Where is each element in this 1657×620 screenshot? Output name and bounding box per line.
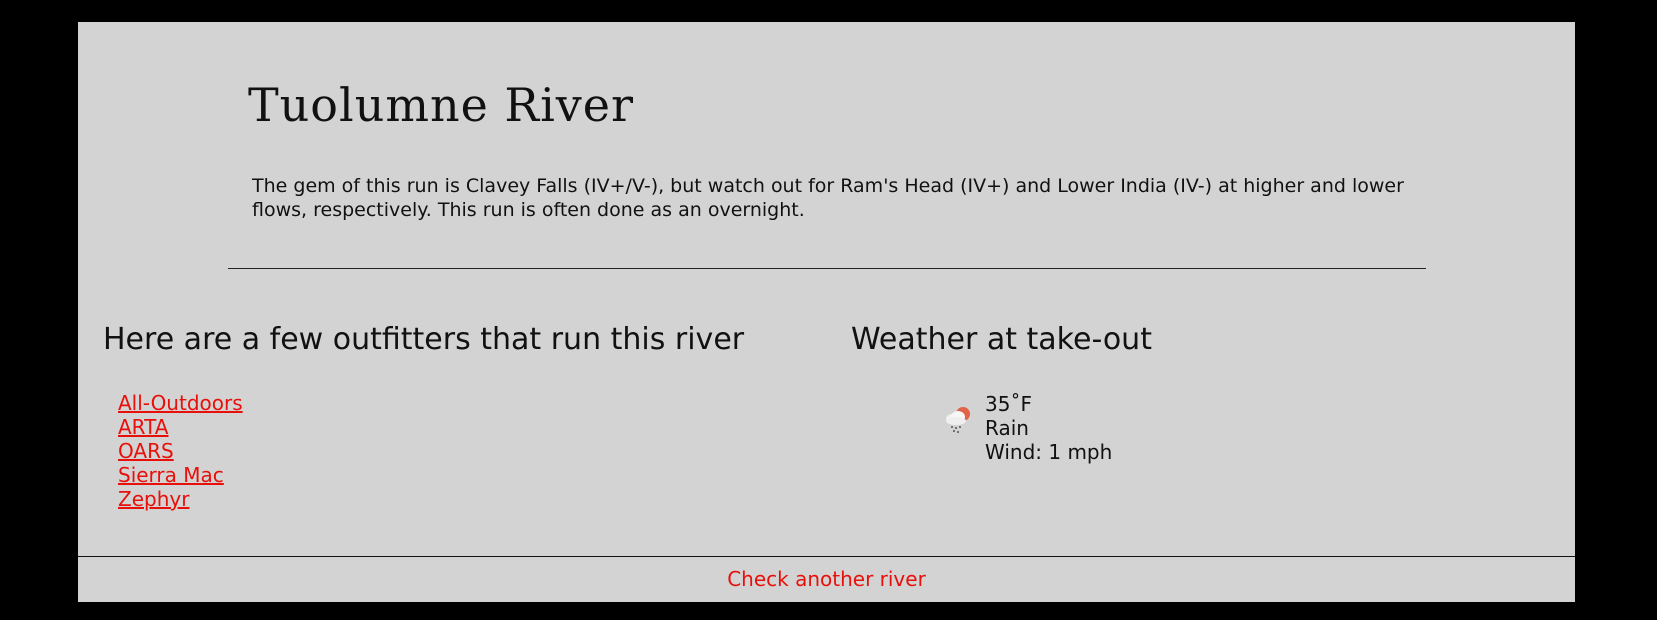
- list-item: ARTA: [118, 415, 243, 439]
- footer: Check another river: [78, 556, 1575, 603]
- outfitter-link-oars[interactable]: OARS: [118, 439, 174, 463]
- list-item: Sierra Mac: [118, 463, 243, 487]
- page-container: Tuolumne River The gem of this run is Cl…: [78, 22, 1575, 602]
- outfitters-heading: Here are a few outfitters that run this …: [103, 322, 745, 357]
- outfitter-list: All-Outdoors ARTA OARS Sierra Mac Zephyr: [118, 391, 243, 511]
- check-another-river-link[interactable]: Check another river: [727, 567, 926, 591]
- list-item: OARS: [118, 439, 243, 463]
- weather-temperature: 35˚F: [985, 392, 1032, 416]
- weather-readout: 35˚F Rain Wind: 1 mph: [985, 392, 1112, 464]
- river-description: The gem of this run is Clavey Falls (IV+…: [252, 175, 1404, 221]
- weather-condition: Rain: [985, 416, 1029, 440]
- outfitter-link-sierra-mac[interactable]: Sierra Mac: [118, 463, 224, 487]
- outfitter-link-arta[interactable]: ARTA: [118, 415, 168, 439]
- rain-cloud-sun-icon: [946, 407, 970, 433]
- weather-wind: Wind: 1 mph: [985, 440, 1113, 464]
- list-item: Zephyr: [118, 487, 243, 511]
- page-title: Tuolumne River: [248, 78, 634, 132]
- weather-heading: Weather at take-out: [851, 322, 1152, 357]
- divider: [228, 268, 1426, 269]
- list-item: All-Outdoors: [118, 391, 243, 415]
- outfitter-link-zephyr[interactable]: Zephyr: [118, 487, 189, 511]
- outfitter-link-all-outdoors[interactable]: All-Outdoors: [118, 391, 243, 415]
